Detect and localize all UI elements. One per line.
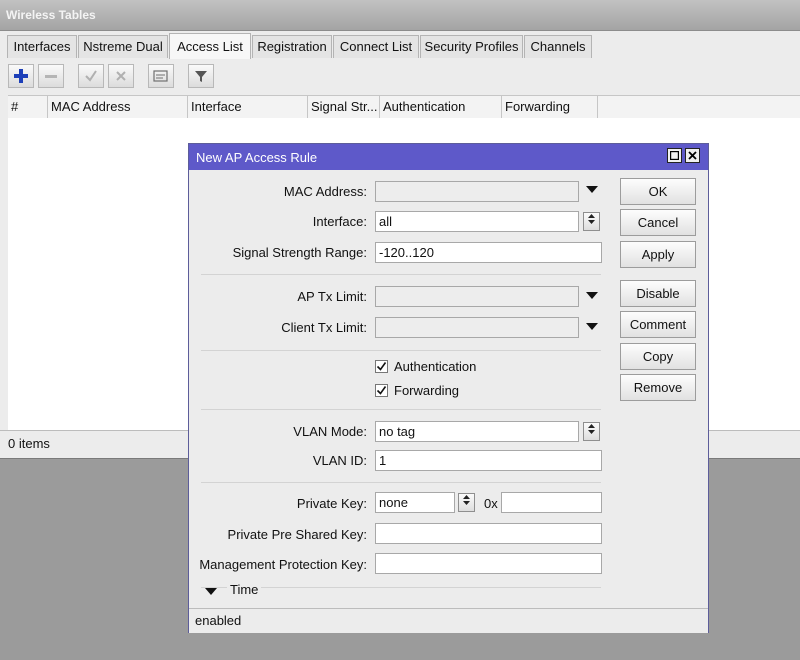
check-icon <box>376 386 387 395</box>
triangle-down-icon <box>586 186 598 193</box>
column-authentication[interactable]: Authentication <box>380 96 502 118</box>
column-number[interactable]: # <box>8 96 48 118</box>
mac-address-dropdown[interactable] <box>585 184 599 198</box>
updown-icon <box>463 495 470 505</box>
rule-status: enabled <box>195 613 242 628</box>
divider <box>201 482 601 483</box>
column-forwarding[interactable]: Forwarding <box>502 96 598 118</box>
updown-icon <box>588 214 595 224</box>
add-button[interactable] <box>8 64 34 88</box>
window-title: Wireless Tables <box>6 8 96 22</box>
private-key-select[interactable]: none <box>375 492 455 513</box>
plus-icon <box>14 69 28 83</box>
private-key-hex-input[interactable] <box>501 492 602 513</box>
divider <box>201 274 601 275</box>
enable-button[interactable] <box>78 64 104 88</box>
mgmt-key-input[interactable] <box>375 553 602 574</box>
authentication-checkbox[interactable] <box>375 360 388 373</box>
time-section-toggle[interactable] <box>205 584 217 595</box>
ap-tx-limit-label: AP Tx Limit: <box>297 289 367 304</box>
disable-button[interactable] <box>108 64 134 88</box>
check-icon <box>376 362 387 371</box>
cancel-button[interactable]: Cancel <box>620 209 696 236</box>
forwarding-checkbox[interactable] <box>375 384 388 397</box>
tab-nstreme-dual[interactable]: Nstreme Dual <box>78 35 168 58</box>
authentication-label: Authentication <box>394 359 477 374</box>
window-titlebar[interactable]: Wireless Tables <box>0 0 800 31</box>
close-button[interactable] <box>685 148 700 163</box>
vlan-id-input[interactable]: 1 <box>375 450 602 471</box>
triangle-down-icon <box>586 323 598 330</box>
forwarding-label: Forwarding <box>394 383 460 398</box>
client-tx-limit-dropdown[interactable] <box>585 321 599 335</box>
filter-button[interactable] <box>188 64 214 88</box>
check-icon <box>85 70 97 82</box>
toolbar <box>0 60 800 94</box>
interface-label: Interface: <box>312 214 367 229</box>
ap-tx-limit-dropdown[interactable] <box>585 290 599 304</box>
copy-button[interactable]: Copy <box>620 343 696 370</box>
signal-range-label: Signal Strength Range: <box>232 245 367 260</box>
column-interface[interactable]: Interface <box>188 96 308 118</box>
divider <box>201 350 601 351</box>
note-icon <box>153 70 168 82</box>
interface-select-button[interactable] <box>583 212 600 231</box>
minus-icon <box>45 75 57 78</box>
private-psk-input[interactable] <box>375 523 602 544</box>
triangle-down-icon <box>205 588 217 595</box>
tab-channels[interactable]: Channels <box>524 35 592 58</box>
mgmt-key-label: Management Protection Key: <box>199 557 367 572</box>
tab-access-list[interactable]: Access List <box>169 33 251 59</box>
mac-address-input[interactable] <box>375 181 579 202</box>
maximize-icon <box>669 150 680 161</box>
interface-select[interactable]: all <box>375 211 579 232</box>
tab-bar: Interfaces Nstreme Dual Access List Regi… <box>0 33 800 59</box>
remove-button[interactable] <box>38 64 64 88</box>
comment-button[interactable] <box>148 64 174 88</box>
signal-range-input[interactable]: -120..120 <box>375 242 602 263</box>
updown-icon <box>588 424 595 434</box>
ap-tx-limit-input[interactable] <box>375 286 579 307</box>
vlan-id-label: VLAN ID: <box>312 453 367 468</box>
comment-button[interactable]: Comment <box>620 311 696 338</box>
tab-connect-list[interactable]: Connect List <box>333 35 419 58</box>
item-count: 0 items <box>8 436 50 451</box>
client-tx-limit-label: Client Tx Limit: <box>281 320 367 335</box>
dialog-titlebar[interactable]: New AP Access Rule <box>189 144 708 170</box>
remove-button[interactable]: Remove <box>620 374 696 401</box>
ok-button[interactable]: OK <box>620 178 696 205</box>
disable-button[interactable]: Disable <box>620 280 696 307</box>
private-key-label: Private Key: <box>296 496 367 511</box>
maximize-button[interactable] <box>667 148 682 163</box>
column-mac-address[interactable]: MAC Address <box>48 96 188 118</box>
dialog-status-bar: enabled <box>189 608 708 633</box>
new-access-rule-dialog: New AP Access Rule MAC Address: Interfac… <box>188 143 709 633</box>
time-section-label[interactable]: Time <box>227 582 262 597</box>
vlan-mode-select-button[interactable] <box>583 422 600 441</box>
private-key-select-button[interactable] <box>458 493 475 512</box>
mac-address-label: MAC Address: <box>283 184 367 199</box>
hex-prefix-label: 0x <box>484 496 498 511</box>
tab-security-profiles[interactable]: Security Profiles <box>420 35 523 58</box>
vlan-mode-label: VLAN Mode: <box>293 424 367 439</box>
table-header: # MAC Address Interface Signal Str... Au… <box>8 95 800 119</box>
client-tx-limit-input[interactable] <box>375 317 579 338</box>
vlan-mode-select[interactable]: no tag <box>375 421 579 442</box>
cross-icon <box>116 71 126 81</box>
tab-interfaces[interactable]: Interfaces <box>7 35 77 58</box>
divider <box>201 409 601 410</box>
close-icon <box>688 151 697 160</box>
private-psk-label: Private Pre Shared Key: <box>227 527 367 542</box>
dialog-title: New AP Access Rule <box>196 150 318 165</box>
filter-icon <box>195 71 207 82</box>
column-signal-strength[interactable]: Signal Str... <box>308 96 380 118</box>
triangle-down-icon <box>586 292 598 299</box>
apply-button[interactable]: Apply <box>620 241 696 268</box>
tab-registration[interactable]: Registration <box>252 35 332 58</box>
